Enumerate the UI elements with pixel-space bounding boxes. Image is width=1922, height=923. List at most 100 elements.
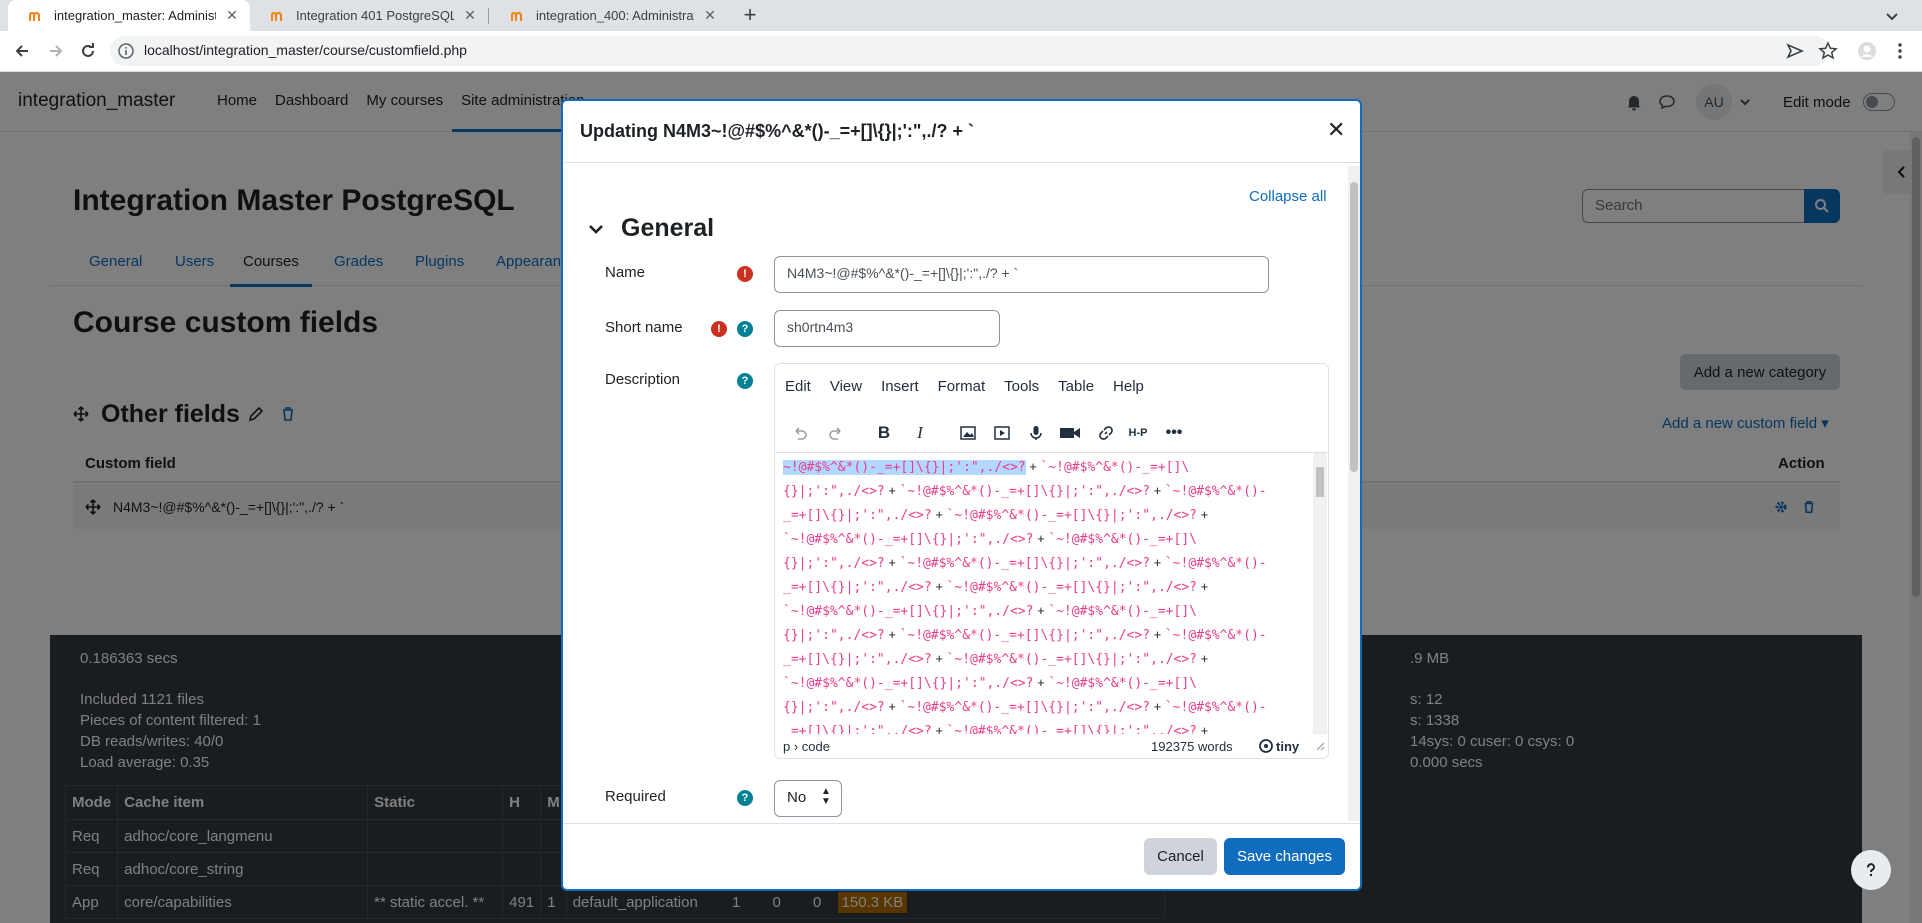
h5p-icon[interactable]: H-P — [1125, 420, 1151, 446]
code-span: {}|;':",./<>? — [783, 628, 885, 643]
required-select[interactable]: No ▲ ▼ — [774, 780, 842, 817]
back-icon[interactable] — [10, 39, 34, 63]
code-span: `~!@#$%^&*()-_=+[]\{}|;':",./<>? — [899, 556, 1151, 571]
code-span: `~!@#$%^&*()- — [1164, 556, 1267, 571]
code-line: _=+[]\{}|;':",./<>? + `~!@#$%^&*()-_=+[]… — [783, 719, 1212, 734]
code-line: `~!@#$%^&*()-_=+[]\{}|;':",./<>? + `~!@#… — [783, 671, 1197, 696]
code-span: `~!@#$%^&*()-_=+[]\{}|;':",./<>? — [946, 580, 1197, 595]
microphone-icon[interactable] — [1023, 420, 1049, 446]
more-icon[interactable]: ••• — [1161, 420, 1187, 446]
image-icon[interactable] — [955, 420, 981, 446]
browser-tab[interactable]: integration_400: Administration ✕ — [490, 0, 728, 31]
code-line: ~!@#$%^&*()-_=+[]\{}|;':",./<>? + `~!@#$… — [783, 455, 1189, 480]
word-count[interactable]: 192375 words — [1151, 739, 1233, 754]
browser-tab[interactable]: integration_master: Administrati ✕ — [8, 0, 250, 31]
modal-footer: Cancel Save changes — [563, 823, 1360, 889]
plus-operator: + — [931, 651, 947, 666]
undo-icon[interactable] — [787, 420, 813, 446]
required-value: No — [787, 789, 807, 806]
element-path[interactable]: p › code — [783, 739, 830, 754]
plus-operator: + — [1150, 555, 1165, 570]
menu-tools[interactable]: Tools — [1004, 378, 1039, 395]
shortname-label: Short name — [605, 319, 683, 336]
link-icon[interactable] — [1093, 420, 1119, 446]
send-tab-icon[interactable] — [1785, 41, 1805, 61]
modal-title: Updating N4M3~!@#$%^&*()-_=+[]\{}|;':",.… — [580, 121, 974, 141]
code-line: `~!@#$%^&*()-_=+[]\{}|;':",./<>? + `~!@#… — [783, 599, 1197, 624]
code-line: `~!@#$%^&*()-_=+[]\{}|;':",./<>? + `~!@#… — [783, 527, 1197, 552]
close-icon[interactable]: ✕ — [702, 7, 718, 24]
menu-edit[interactable]: Edit — [785, 378, 811, 395]
address-bar[interactable]: localhost/integration_master/course/cust… — [110, 36, 1830, 66]
plus-operator: + — [1150, 699, 1165, 714]
code-line: {}|;':",./<>? + `~!@#$%^&*()-_=+[]\{}|;'… — [783, 695, 1267, 720]
section-title: General — [621, 214, 715, 242]
modal-header: Updating N4M3~!@#$%^&*()-_=+[]\{}|;':",.… — [563, 101, 1360, 163]
resize-handle-icon[interactable] — [1315, 741, 1325, 751]
code-span: `~!@#$%^&*()-_=+[]\{}|;':",./<>? — [899, 700, 1151, 715]
code-span: `~!@#$%^&*()-_=+[]\{}|;':",./<>? — [899, 628, 1151, 643]
save-changes-button[interactable]: Save changes — [1224, 838, 1345, 875]
name-label: Name — [605, 264, 646, 281]
editor-content[interactable]: ~!@#$%^&*()-_=+[]\{}|;':",./<>? + `~!@#$… — [775, 452, 1328, 734]
shortname-field[interactable]: sh0rtn4m3 — [774, 310, 1000, 347]
name-field[interactable]: N4M3~!@#$%^&*()-_=+[]\{}|;':",./? + ` — [774, 256, 1269, 293]
modal-scrollbar[interactable] — [1348, 166, 1360, 821]
italic-icon[interactable]: I — [907, 420, 933, 446]
moodle-favicon-icon — [511, 11, 522, 21]
update-field-modal: Updating N4M3~!@#$%^&*()-_=+[]\{}|;':",.… — [561, 99, 1362, 891]
menu-help[interactable]: Help — [1113, 378, 1144, 395]
redo-icon[interactable] — [823, 420, 849, 446]
forward-icon[interactable] — [44, 39, 68, 63]
menu-insert[interactable]: Insert — [881, 378, 919, 395]
plus-operator: + — [1197, 579, 1212, 594]
browser-tab[interactable]: Integration 401 PostgreSQL ✕ — [250, 0, 488, 31]
rich-text-editor: Edit View Insert Format Tools Table Help… — [774, 363, 1329, 759]
close-icon[interactable]: ✕ — [1327, 117, 1345, 143]
plus-operator: + — [1197, 507, 1212, 522]
bold-icon[interactable]: B — [871, 420, 897, 446]
media-icon[interactable] — [989, 420, 1015, 446]
plus-operator: + — [1025, 459, 1041, 474]
plus-operator: + — [1150, 483, 1165, 498]
collapse-all-link[interactable]: Collapse all — [1249, 188, 1327, 205]
chevron-down-icon — [589, 224, 603, 234]
code-line: _=+[]\{}|;':",./<>? + `~!@#$%^&*()-_=+[]… — [783, 575, 1212, 600]
cancel-button[interactable]: Cancel — [1144, 838, 1217, 875]
help-button[interactable] — [1851, 850, 1891, 890]
plus-operator: + — [1197, 723, 1212, 734]
editor-toolbar: B I H-P ••• — [775, 412, 1328, 452]
code-span: {}|;':",./<>? — [783, 700, 885, 715]
new-tab-icon[interactable]: + — [738, 4, 762, 28]
select-arrows-icon: ▲ ▼ — [821, 786, 831, 807]
reload-icon[interactable] — [76, 39, 100, 63]
help-icon[interactable]: ? — [737, 790, 753, 806]
plus-operator: + — [931, 723, 947, 734]
editor-scrollbar[interactable] — [1313, 453, 1327, 734]
plus-operator: + — [1150, 627, 1165, 642]
tiny-logo[interactable]: tiny — [1259, 739, 1299, 754]
profile-icon[interactable] — [1857, 41, 1877, 61]
help-icon[interactable]: ? — [737, 321, 753, 337]
plus-operator: + — [1197, 651, 1212, 666]
site-info-icon[interactable] — [118, 43, 134, 59]
bookmark-star-icon[interactable] — [1818, 41, 1838, 61]
section-general-toggle[interactable]: General — [587, 214, 714, 243]
code-span: _=+[]\{}|;':",./<>? — [783, 652, 932, 667]
code-span: `~!@#$%^&*()- — [1164, 484, 1267, 499]
video-camera-icon[interactable] — [1057, 420, 1083, 446]
chevron-down-icon[interactable] — [1882, 6, 1902, 26]
menu-view[interactable]: View — [830, 378, 862, 395]
tiny-logo-icon — [1259, 739, 1273, 753]
code-span: `~!@#$%^&*()-_=+[]\ — [1040, 460, 1190, 475]
help-icon[interactable]: ? — [737, 373, 753, 389]
question-icon — [1867, 863, 1875, 877]
required-icon: ! — [737, 266, 753, 282]
code-span: ~!@#$%^&*()-_=+[]\{}|;':",./<>? — [783, 460, 1026, 475]
menu-table[interactable]: Table — [1058, 378, 1094, 395]
menu-format[interactable]: Format — [938, 378, 986, 395]
close-icon[interactable]: ✕ — [462, 7, 478, 24]
browser-toolbar: localhost/integration_master/course/cust… — [0, 31, 1922, 72]
close-icon[interactable]: ✕ — [224, 7, 240, 24]
kebab-menu-icon[interactable] — [1890, 41, 1910, 61]
